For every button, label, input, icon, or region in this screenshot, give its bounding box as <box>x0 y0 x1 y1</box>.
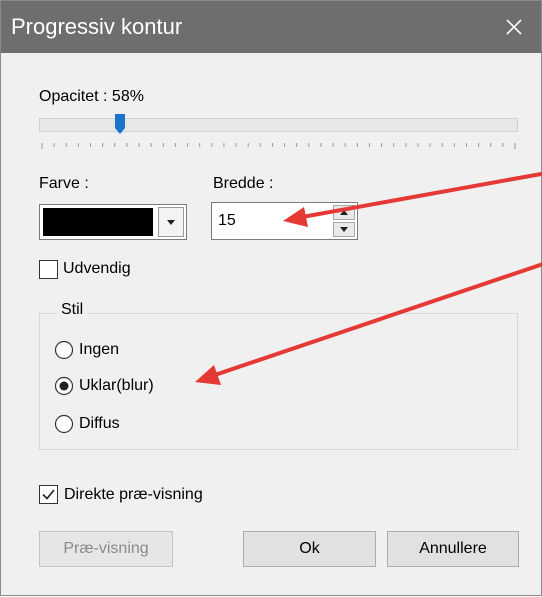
direct-preview-label: Direkte præ-visning <box>64 486 203 503</box>
opacity-label: Opacitet : 58% <box>39 88 144 105</box>
preview-button[interactable]: Præ-visning <box>39 531 173 567</box>
outside-checkbox[interactable] <box>39 260 58 279</box>
color-label: Farve : <box>39 175 89 192</box>
style-radio-diffuse-label: Diffus <box>79 415 120 432</box>
arrow-down-icon <box>340 227 348 232</box>
style-radio-diffuse[interactable] <box>54 414 74 434</box>
window-title: Progressiv kontur <box>11 14 183 39</box>
close-icon <box>506 19 522 35</box>
opacity-slider-ticks <box>41 143 516 149</box>
chevron-down-icon <box>167 219 175 225</box>
close-button[interactable] <box>487 1 541 53</box>
width-label: Bredde : <box>213 175 274 192</box>
style-radio-none[interactable] <box>54 340 74 360</box>
width-input[interactable] <box>214 205 334 237</box>
outside-label: Udvendig <box>63 260 131 277</box>
arrow-up-icon <box>340 210 348 215</box>
style-radio-none-label: Ingen <box>79 341 120 358</box>
color-dropdown[interactable] <box>39 204 187 240</box>
width-spinner <box>211 202 358 240</box>
style-radio-blur-label: Uklar(blur) <box>79 377 154 394</box>
style-group-legend: Stil <box>57 301 88 319</box>
color-swatch <box>43 208 153 236</box>
cancel-button[interactable]: Annullere <box>387 531 519 567</box>
direct-preview-checkbox[interactable] <box>39 485 58 504</box>
checkmark-icon <box>42 489 55 500</box>
width-decrement-button[interactable] <box>333 222 355 237</box>
title-bar: Progressiv kontur <box>1 1 541 53</box>
ok-button[interactable]: Ok <box>243 531 376 567</box>
progressive-outline-dialog: Progressiv kontur Opacitet : 58% Farve :… <box>0 0 542 596</box>
style-radio-blur[interactable] <box>54 376 74 396</box>
color-dropdown-button[interactable] <box>158 207 184 237</box>
opacity-slider-track[interactable] <box>39 118 518 132</box>
width-increment-button[interactable] <box>333 205 355 220</box>
opacity-slider-thumb[interactable] <box>115 114 126 134</box>
